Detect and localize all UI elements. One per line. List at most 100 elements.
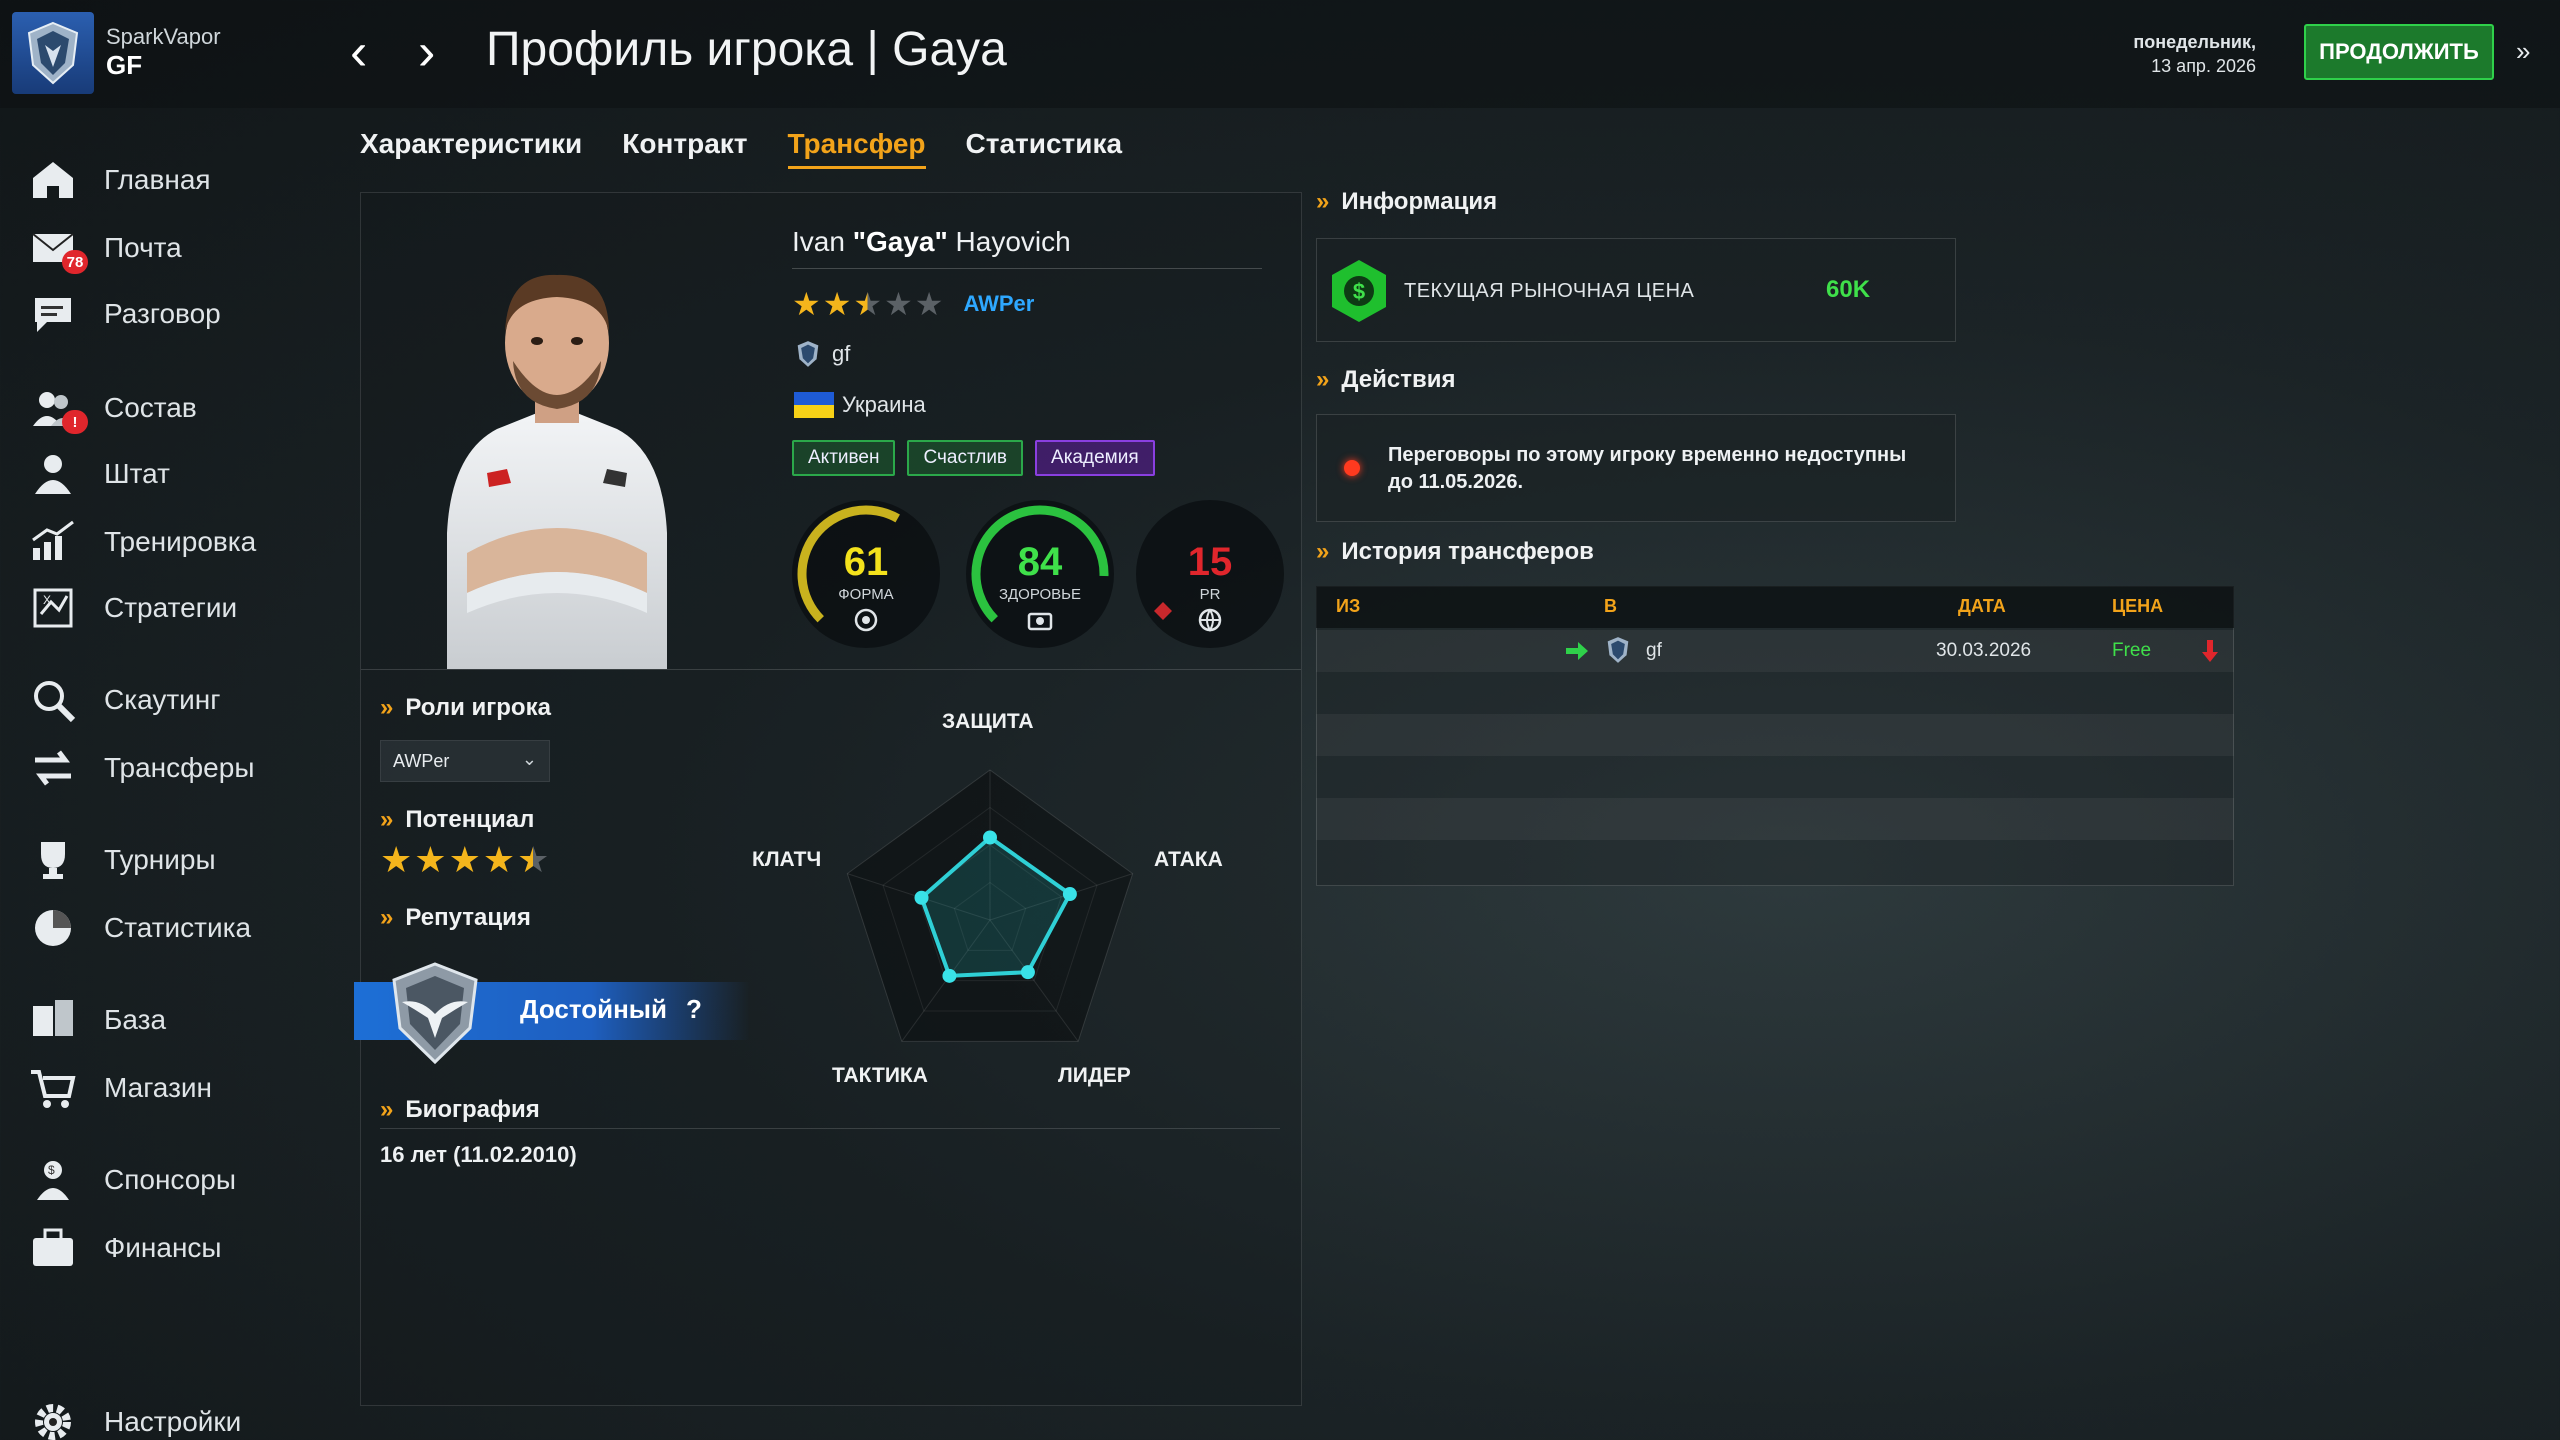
chevron-right-icon: » — [380, 1096, 394, 1123]
player-portrait — [447, 274, 667, 669]
pr-value: 15 — [1187, 540, 1233, 584]
radar-label-defense: ЗАЩИТА — [942, 710, 1034, 733]
page-title: Профиль игрока | Gaya — [486, 23, 1007, 76]
info-section-title: » Информация — [1316, 188, 1498, 215]
actions-section-title: » Действия — [1316, 366, 1456, 393]
bio-age: 16 лет (11.02.2010) — [380, 1142, 577, 1167]
form-value: 61 — [843, 540, 889, 584]
sidebar-item-0[interactable]: Главная — [26, 152, 316, 208]
sidebar-item-3[interactable]: ! Состав — [26, 380, 316, 436]
staff-icon — [26, 450, 80, 498]
pr-gauge: 15 PR — [1136, 500, 1284, 648]
tab-transfer[interactable]: Трансфер — [787, 128, 926, 169]
sidebar-item-10[interactable]: Статистика — [26, 900, 316, 956]
tab-characteristics[interactable]: Характеристики — [360, 128, 582, 169]
table-row[interactable]: gf 30.03.2026 Free — [1316, 630, 2234, 672]
sidebar-item-label: Магазин — [104, 1072, 213, 1103]
unavailable-indicator — [1344, 460, 1360, 476]
sidebar-item-label: Трансферы — [104, 752, 255, 783]
chevron-right-icon: » — [380, 904, 394, 931]
status-badge-happy: Счастлив — [907, 440, 1024, 476]
market-price-value: 60K — [1826, 276, 1871, 303]
tab-contract[interactable]: Контракт — [622, 128, 747, 169]
team-name-short: GF — [106, 50, 143, 80]
star-icon: ★ — [792, 286, 821, 322]
star-icon: ★ — [914, 286, 944, 322]
sidebar-item-6[interactable]: X Стратегии — [26, 580, 316, 636]
sidebar-item-11[interactable]: База — [26, 992, 316, 1048]
eagle-emblem-icon — [392, 962, 478, 1065]
radar-label-attack: АТАКА — [1154, 848, 1223, 871]
transfers-icon — [26, 744, 80, 792]
sidebar-item-label: Тренировка — [104, 526, 257, 557]
camera-icon — [1027, 612, 1053, 631]
column-date: ДАТА — [1958, 596, 2006, 616]
sidebar-item-label: Турниры — [104, 844, 216, 875]
chevron-down-icon: ⌄ — [521, 749, 537, 769]
scouting-icon — [26, 676, 80, 724]
continue-button[interactable]: ПРОДОЛЖИТЬ — [2304, 24, 2494, 80]
sidebar-item-13[interactable]: $ Спонсоры — [26, 1152, 316, 1208]
player-full-name: Ivan "Gaya" Hayovich — [792, 226, 1071, 257]
arrow-down-icon — [2202, 640, 2218, 662]
team-logo[interactable] — [12, 12, 94, 94]
column-from: ИЗ — [1336, 596, 1361, 616]
target-icon — [854, 608, 878, 632]
form-label: ФОРМА — [838, 586, 894, 603]
bio-divider — [380, 1128, 1280, 1129]
player-role: AWPer — [963, 291, 1035, 316]
role-dropdown[interactable]: AWPer ⌄ — [380, 740, 550, 782]
sidebar-item-4[interactable]: Штат — [26, 446, 316, 502]
sidebar-item-5[interactable]: Тренировка — [26, 514, 316, 570]
date-weekday: понедельник, — [2133, 32, 2256, 52]
form-gauge: 61 ФОРМА — [792, 500, 940, 648]
sidebar-item-15[interactable]: Настройки — [26, 1394, 316, 1440]
svg-text:$: $ — [48, 1163, 55, 1177]
country-label: Украина — [842, 392, 926, 417]
notification-badge: ! — [62, 410, 88, 434]
role-dropdown-value: AWPer — [393, 750, 450, 771]
team-shield-icon — [1607, 637, 1629, 663]
forward-arrow-icon[interactable]: › — [418, 22, 435, 82]
sidebar-item-14[interactable]: Финансы — [26, 1220, 316, 1276]
star-icon: ★ — [482, 839, 516, 880]
gear-icon — [26, 1398, 80, 1440]
svg-text:$: $ — [1353, 279, 1365, 304]
sidebar-item-7[interactable]: Скаутинг — [26, 672, 316, 728]
globe-icon — [1198, 608, 1222, 632]
sidebar-item-label: Состав — [104, 392, 197, 423]
table-row-empty — [1316, 840, 2234, 882]
panel-divider — [361, 669, 1301, 670]
star-icon: ★ — [517, 839, 550, 880]
profile-tabs: Характеристики Контракт Трансфер Статист… — [360, 128, 1162, 169]
briefcase-icon — [26, 1224, 80, 1272]
column-to: В — [1604, 596, 1617, 616]
star-icon: ★ — [414, 839, 447, 880]
row-to: gf — [1646, 640, 1662, 661]
sidebar-item-label: База — [104, 1004, 167, 1035]
trophy-icon — [26, 836, 80, 884]
radar-point-2 — [1020, 965, 1035, 980]
player-rating: ★ ★ ★ ★ ★ AWPer — [792, 288, 1034, 320]
sidebar-item-label: Разговор — [104, 298, 221, 329]
sidebar-item-8[interactable]: Трансферы — [26, 740, 316, 796]
chat-icon — [26, 290, 80, 338]
svg-text:X: X — [43, 593, 51, 607]
table-row-empty — [1316, 798, 2234, 840]
sidebar-item-9[interactable]: Турниры — [26, 832, 316, 888]
sidebar-item-2[interactable]: Разговор — [26, 286, 316, 342]
fast-forward-icon[interactable]: » — [2516, 36, 2530, 67]
table-row-empty — [1316, 672, 2234, 714]
back-arrow-icon[interactable]: ‹ — [350, 22, 367, 82]
sidebar-item-1[interactable]: 78 Почта — [26, 220, 316, 276]
radar-label-clutch: КЛАТЧ — [752, 848, 822, 871]
reputation-help-icon[interactable]: ? — [686, 994, 702, 1025]
chevron-right-icon: » — [380, 694, 394, 721]
tab-statistics[interactable]: Статистика — [966, 128, 1123, 169]
chevron-right-icon: » — [1316, 538, 1330, 565]
radar-point-4 — [914, 890, 929, 905]
sidebar-item-12[interactable]: Магазин — [26, 1060, 316, 1116]
mail-icon: 78 — [26, 224, 88, 274]
radar-point-0 — [983, 830, 997, 845]
player-team[interactable]: gf — [796, 340, 850, 368]
